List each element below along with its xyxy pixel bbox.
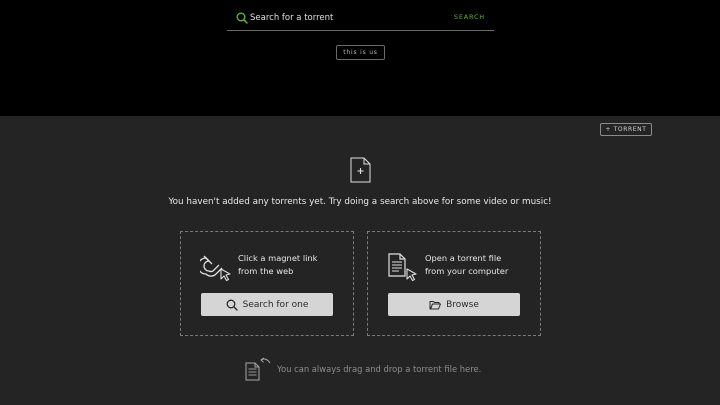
search-input[interactable]	[250, 9, 440, 27]
browse-label: Browse	[446, 299, 479, 310]
magnet-cursor-icon	[200, 255, 231, 282]
drop-hint-text: You can always drag and drop a torrent f…	[277, 364, 482, 374]
document-cursor-icon	[388, 253, 417, 282]
search-icon	[226, 299, 238, 311]
add-torrent-button[interactable]: + TORRENT	[600, 123, 652, 136]
drop-zone-hint: You can always drag and drop a torrent f…	[244, 357, 544, 381]
file-card-line1: Open a torrent file	[425, 253, 502, 263]
folder-open-icon	[429, 300, 442, 309]
search-icon	[236, 12, 248, 24]
torrent-file-card: Open a torrent file from your computer B…	[367, 231, 541, 336]
document-drop-icon	[245, 357, 271, 381]
search-bar: SEARCH	[227, 6, 494, 31]
file-plus-icon	[350, 157, 371, 183]
magnet-card-line1: Click a magnet link	[238, 253, 318, 263]
search-button[interactable]: SEARCH	[454, 13, 485, 21]
top-search-panel: SEARCH this is us	[0, 0, 720, 116]
file-card-text: Open a torrent file from your computer	[425, 252, 535, 278]
search-for-one-button[interactable]: Search for one	[201, 293, 333, 316]
browse-button[interactable]: Browse	[388, 293, 520, 316]
search-for-one-label: Search for one	[242, 299, 309, 310]
empty-state-message: You haven't added any torrents yet. Try …	[168, 197, 552, 207]
magnet-link-card: Click a magnet link from the web Search …	[180, 231, 354, 336]
magnet-card-line2: from the web	[238, 266, 294, 276]
this-is-us-tag[interactable]: this is us	[336, 45, 385, 60]
file-card-line2: from your computer	[425, 266, 509, 276]
magnet-card-text: Click a magnet link from the web	[238, 252, 348, 278]
